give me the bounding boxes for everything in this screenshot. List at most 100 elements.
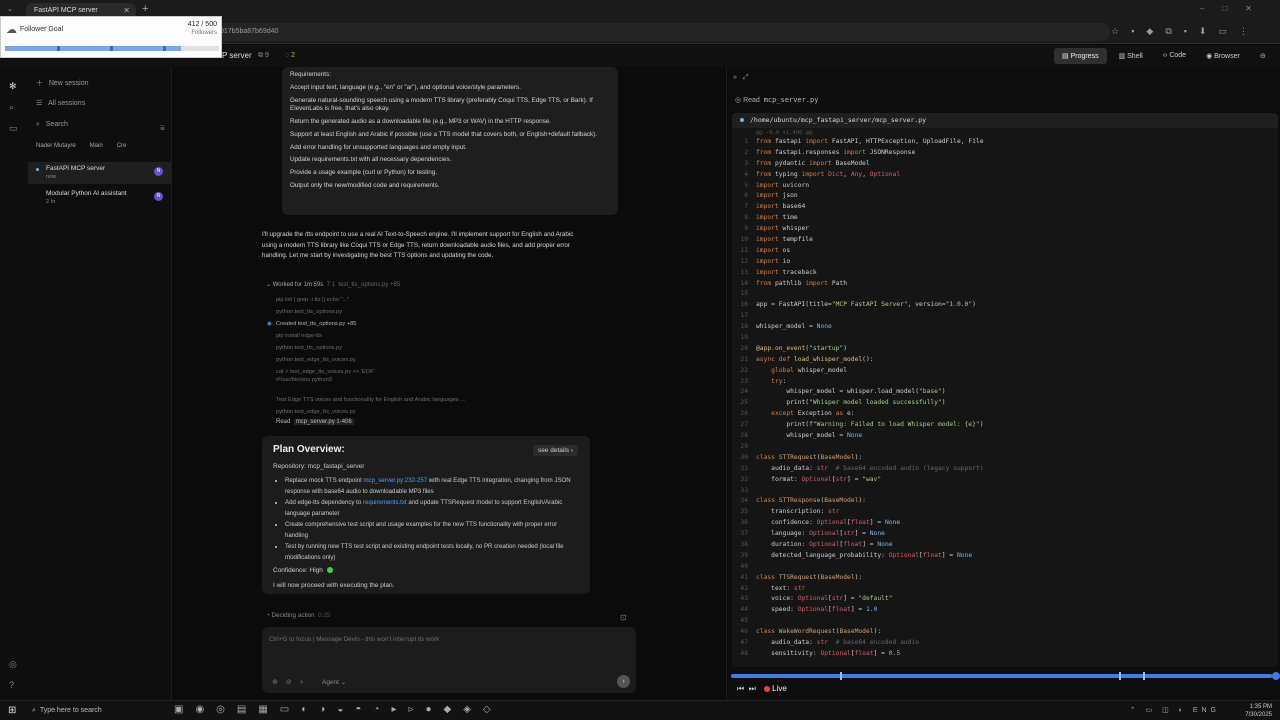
code-text: speed: Optional[float] = 1.0 — [756, 606, 878, 614]
panel-collapse-icons[interactable]: »⤢ — [733, 74, 755, 82]
line-number: 31 — [740, 464, 748, 472]
branch-tab[interactable]: Main — [90, 143, 103, 149]
lightbulb-badge[interactable]: ◌ 2 — [285, 52, 295, 59]
previous-icon[interactable]: ⏮ — [737, 684, 744, 693]
clock[interactable]: 1:35 PM 7/30/2025 — [1245, 703, 1272, 719]
create-tab[interactable]: Cre — [117, 143, 127, 149]
gear-icon[interactable]: ✻ — [9, 81, 17, 92]
help-icon[interactable]: ? — [9, 680, 14, 690]
session-item[interactable]: FastAPI MCP server now N — [28, 162, 171, 184]
code-line: 37 language: Optional[str] = None — [732, 530, 1278, 541]
user-tab[interactable]: Nader Mutayre — [36, 143, 76, 149]
tray-icons[interactable]: ⌃ ▭ ◫ ◐ ENG — [1130, 706, 1220, 714]
step-item[interactable]: pip list | grep -i tts || echo "..." — [276, 294, 465, 306]
tab-code[interactable]: ‹› Code — [1155, 48, 1194, 64]
line-number: 16 — [740, 301, 748, 309]
all-sessions-button[interactable]: ☰ All sessions — [36, 99, 85, 107]
code-line: 40 — [732, 563, 1278, 574]
code-text: language: Optional[str] = None — [756, 530, 885, 538]
next-icon[interactable]: ⏭ — [749, 684, 756, 693]
plan-item: Add edge-tts dependency to requirements.… — [285, 497, 579, 519]
book-icon[interactable]: ▭ — [9, 123, 18, 134]
code-text: try: — [771, 377, 787, 385]
line-number: 23 — [740, 377, 748, 385]
taskbar-app-icons[interactable]: ▣◉◎▤▦▭◐◑◒◓◔▸▹●◆◈◇ — [174, 704, 503, 715]
tab-list-icon[interactable]: ⌄ — [7, 5, 13, 13]
step-item[interactable]: pip install edge-tts — [276, 330, 465, 342]
code-line: 46 class WakeWordRequest(BaseModel): — [732, 628, 1278, 639]
follower-count: 412 / 500 — [187, 21, 217, 28]
clock-time: 1:35 PM — [1249, 704, 1272, 710]
step-item[interactable]: cat > test_edge_tts_voices.py << 'EOF' — [276, 368, 465, 376]
code-text: import io — [756, 257, 791, 265]
code-text: from fastapi.responses import JSONRespon… — [756, 148, 916, 156]
address-bar[interactable]: 917b5ba87b69d40 — [200, 23, 1110, 41]
window-controls[interactable]: –□✕ — [1200, 4, 1270, 13]
code-text: class STTRequest(BaseModel): — [756, 453, 863, 461]
plan-item: Create comprehensive test script and usa… — [285, 519, 579, 541]
line-number: 37 — [740, 530, 748, 538]
filter-icon[interactable]: ⩸ — [160, 123, 165, 133]
settings-icon[interactable]: ◎ — [9, 659, 17, 670]
extension-icons[interactable]: ☆▪◆⧉▪⬇▭⋮ — [1111, 26, 1260, 37]
live-label[interactable]: Live — [772, 684, 787, 693]
timeline-handle[interactable] — [1272, 672, 1280, 680]
user-tabs: Nader Mutayre Main Cre — [36, 143, 170, 149]
read-label: Read — [276, 419, 291, 425]
status-indicator: ◔ Deciding action 0:25 — [266, 612, 331, 619]
tab-progress[interactable]: ▤ Progress — [1054, 48, 1107, 64]
close-tab-icon[interactable]: ✕ — [123, 6, 130, 15]
tab-shell[interactable]: ▥ Shell — [1111, 48, 1151, 64]
code-line: 1 from fastapi import FastAPI, HTTPExcept… — [732, 138, 1278, 149]
search-icon[interactable]: ⌕ — [9, 102, 14, 113]
taskbar-search[interactable]: ⌕ Type here to search — [24, 703, 164, 719]
send-button[interactable]: › — [617, 675, 630, 688]
new-tab-icon[interactable]: + — [142, 3, 148, 15]
code-text: transcription: str — [756, 508, 840, 516]
session-item[interactable]: Modular Python AI assistant 2 hr N — [28, 187, 171, 209]
line-number: 34 — [740, 497, 748, 505]
requirement-item: Add error handling for unsupported langu… — [290, 143, 467, 151]
step-item[interactable]: python test_edge_tts_voices.py — [276, 406, 465, 418]
code-viewer[interactable]: /home/ubuntu/mcp_fastapi_server/mcp_serv… — [732, 113, 1278, 667]
code-text: duration: Optional[float] = None — [756, 540, 893, 548]
code-text: whisper_model = None — [756, 323, 832, 331]
plan-item-code[interactable]: requirements.txt — [363, 499, 407, 506]
step-item[interactable]: python test_edge_tts_voices.py — [276, 354, 465, 366]
new-session-button[interactable]: ＋ New session — [36, 78, 89, 88]
line-number: 11 — [740, 246, 748, 254]
plan-item-code[interactable]: mcp_server.py:232-257 — [363, 477, 427, 484]
requirement-item: Accept input text, language (e.g., "en" … — [290, 83, 521, 91]
code-text: detected_language_probability: Optional[… — [756, 551, 973, 559]
panel-more-icon[interactable]: ⊝ — [1252, 48, 1274, 64]
timeline-tick — [840, 672, 843, 680]
session-title: FastAPI MCP server — [46, 165, 106, 172]
message-input[interactable]: Ctrl+G to focus | Message Devin - this w… — [262, 627, 636, 693]
see-details-button[interactable]: see details › — [532, 445, 578, 456]
code-text: import traceback — [756, 268, 817, 276]
step-item[interactable]: Test Edge TTS voices and functionality f… — [276, 394, 465, 406]
input-tool-icons[interactable]: ⊕⊘⌕ — [272, 678, 312, 687]
code-line: 16 app = FastAPI(title="MCP FastAPI Serve… — [732, 301, 1278, 312]
step-item[interactable]: python test_tts_options.py — [276, 342, 465, 354]
tab-browser[interactable]: ◉ Browser — [1198, 48, 1248, 64]
line-number: 1 — [744, 138, 748, 145]
windows-start-icon[interactable]: ⊞ — [8, 705, 16, 716]
worked-summary[interactable]: ⌄ Worked for 1m 59s 7 1 test_tts_options… — [266, 281, 400, 288]
code-line: 22 global whisper_model — [732, 367, 1278, 378]
code-line: 33 — [732, 487, 1278, 498]
search-sessions-input[interactable]: ⌕ Search — [36, 121, 68, 129]
stop-icon[interactable]: ⊡ — [620, 613, 627, 622]
read-step[interactable]: Read mcp_server.py 1-406 — [276, 419, 354, 425]
live-dot-icon — [764, 685, 771, 692]
code-line: 32 format: Optional[str] = "wav" — [732, 476, 1278, 487]
code-line: 39 detected_language_probability: Option… — [732, 552, 1278, 563]
player-controls: ⏮ ⏭ Live — [737, 684, 787, 694]
worked-file: test_tts_options.py +85 — [338, 282, 401, 288]
step-item-created[interactable]: ◉ Created test_tts_options.py +85 — [267, 318, 465, 330]
confidence-text: Confidence: High — [273, 567, 323, 574]
replay-timeline[interactable] — [731, 672, 1280, 680]
agent-mode-select[interactable]: Agent ⌄ — [322, 678, 346, 686]
step-item[interactable]: python test_tts_options.py — [276, 306, 465, 318]
line-number: 24 — [740, 388, 748, 396]
